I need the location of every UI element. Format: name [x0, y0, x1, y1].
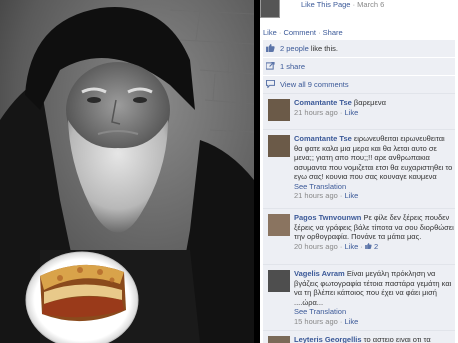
- likes-text: 2 people like this.: [280, 44, 338, 53]
- commenter-name[interactable]: Comantante Tse: [294, 98, 352, 107]
- post-actions: Like · Comment · Share: [263, 28, 343, 37]
- avatar[interactable]: [268, 270, 290, 292]
- see-translation-link[interactable]: See Translation: [294, 307, 346, 316]
- comment-text: το αστειο ειναι οτι τα: [363, 335, 431, 343]
- commenter-name[interactable]: Vagelis Avram: [294, 269, 345, 278]
- avatar[interactable]: [268, 135, 290, 157]
- comment-item: Leyteris Georgellis το αστειο ειναι οτι …: [263, 330, 455, 343]
- post-summary: 2 people like this. 1 share View all 9 c…: [263, 40, 455, 94]
- comment-meta: 21 hours ago · Like: [294, 191, 358, 200]
- comment-like-link[interactable]: Like: [344, 108, 358, 117]
- elder-portrait-image: [0, 0, 254, 343]
- comment-like-link[interactable]: Like: [344, 191, 358, 200]
- comment-body: Comantante Tse βαρεμενα 21 hours ago · L…: [294, 98, 454, 117]
- comment-body: Comantante Tse ειρωνευθειται ειρωνευθειτ…: [294, 134, 454, 201]
- likes-link[interactable]: 2 people: [280, 44, 309, 53]
- comment-like-link[interactable]: Like: [344, 317, 358, 326]
- meta-separator: ·: [339, 191, 343, 200]
- page-avatar[interactable]: [260, 0, 280, 18]
- facebook-comments-panel: Like This Page · March 6 Like · Comment …: [260, 0, 458, 343]
- post-header-line: Like This Page · March 6: [301, 0, 384, 9]
- post-header: Like This Page · March 6: [260, 0, 458, 20]
- share-icon: [266, 62, 275, 70]
- thumbs-up-icon: [365, 242, 372, 249]
- see-translation-link[interactable]: See Translation: [294, 182, 346, 191]
- comment-time[interactable]: 15 hours ago: [294, 317, 338, 326]
- comment-item: Comantante Tse βαρεμενα 21 hours ago · L…: [263, 93, 455, 129]
- comment-like-link[interactable]: Like: [344, 242, 358, 251]
- meta-separator: ·: [339, 241, 343, 251]
- comment-meta: 21 hours ago · Like: [294, 108, 358, 117]
- view-comments-row: View all 9 comments: [263, 75, 455, 92]
- action-separator: ·: [318, 28, 321, 37]
- commenter-name[interactable]: Pagos Twnvounwn: [294, 213, 361, 222]
- like-action[interactable]: Like: [263, 28, 277, 37]
- comment-item: Pagos Twnvounwn Ρε φίλε δεν ξέρεις πουδε…: [263, 208, 455, 264]
- shares-row: 1 share: [263, 57, 455, 74]
- comment-body: Leyteris Georgellis το αστειο ειναι οτι …: [294, 335, 454, 343]
- comment-like-count[interactable]: 2: [374, 242, 378, 251]
- date-separator: ·: [352, 0, 356, 9]
- comment-action[interactable]: Comment: [283, 28, 316, 37]
- comment-body: Pagos Twnvounwn Ρε φίλε δεν ξέρεις πουδε…: [294, 213, 454, 251]
- avatar[interactable]: [268, 336, 290, 343]
- shares-link[interactable]: 1 share: [280, 62, 305, 71]
- comment-meta: 20 hours ago · Like · 2: [294, 242, 378, 251]
- avatar[interactable]: [268, 214, 290, 236]
- comment-time[interactable]: 21 hours ago: [294, 108, 338, 117]
- avatar[interactable]: [268, 99, 290, 121]
- share-action[interactable]: Share: [323, 28, 343, 37]
- meta-separator: ·: [360, 241, 363, 251]
- like-page-link[interactable]: Like This Page: [301, 0, 350, 9]
- comment-meta: 15 hours ago · Like: [294, 317, 358, 326]
- meta-separator: ·: [339, 316, 343, 326]
- commenter-name[interactable]: Leyteris Georgellis: [294, 335, 362, 343]
- action-separator: ·: [278, 28, 282, 37]
- comment-item: Comantante Tse ειρωνευθειται ειρωνευθειτ…: [263, 129, 455, 208]
- comment-bubble-icon: [266, 80, 275, 88]
- comment-text: βαρεμενα: [353, 98, 386, 107]
- post-date[interactable]: March 6: [357, 0, 384, 9]
- thumbs-up-icon: [266, 44, 275, 52]
- comment-item: Vagelis Avram Είναι μεγάλη πρόκληση να β…: [263, 264, 455, 330]
- commenter-name[interactable]: Comantante Tse: [294, 134, 352, 143]
- comment-time[interactable]: 21 hours ago: [294, 191, 338, 200]
- view-all-comments-link[interactable]: View all 9 comments: [280, 80, 349, 89]
- likes-row: 2 people like this.: [263, 40, 455, 56]
- post-photo[interactable]: [0, 0, 254, 343]
- comment-body: Vagelis Avram Είναι μεγάλη πρόκληση να β…: [294, 269, 454, 326]
- likes-suffix: like this.: [310, 44, 338, 53]
- meta-separator: ·: [339, 107, 343, 117]
- comment-time[interactable]: 20 hours ago: [294, 242, 338, 251]
